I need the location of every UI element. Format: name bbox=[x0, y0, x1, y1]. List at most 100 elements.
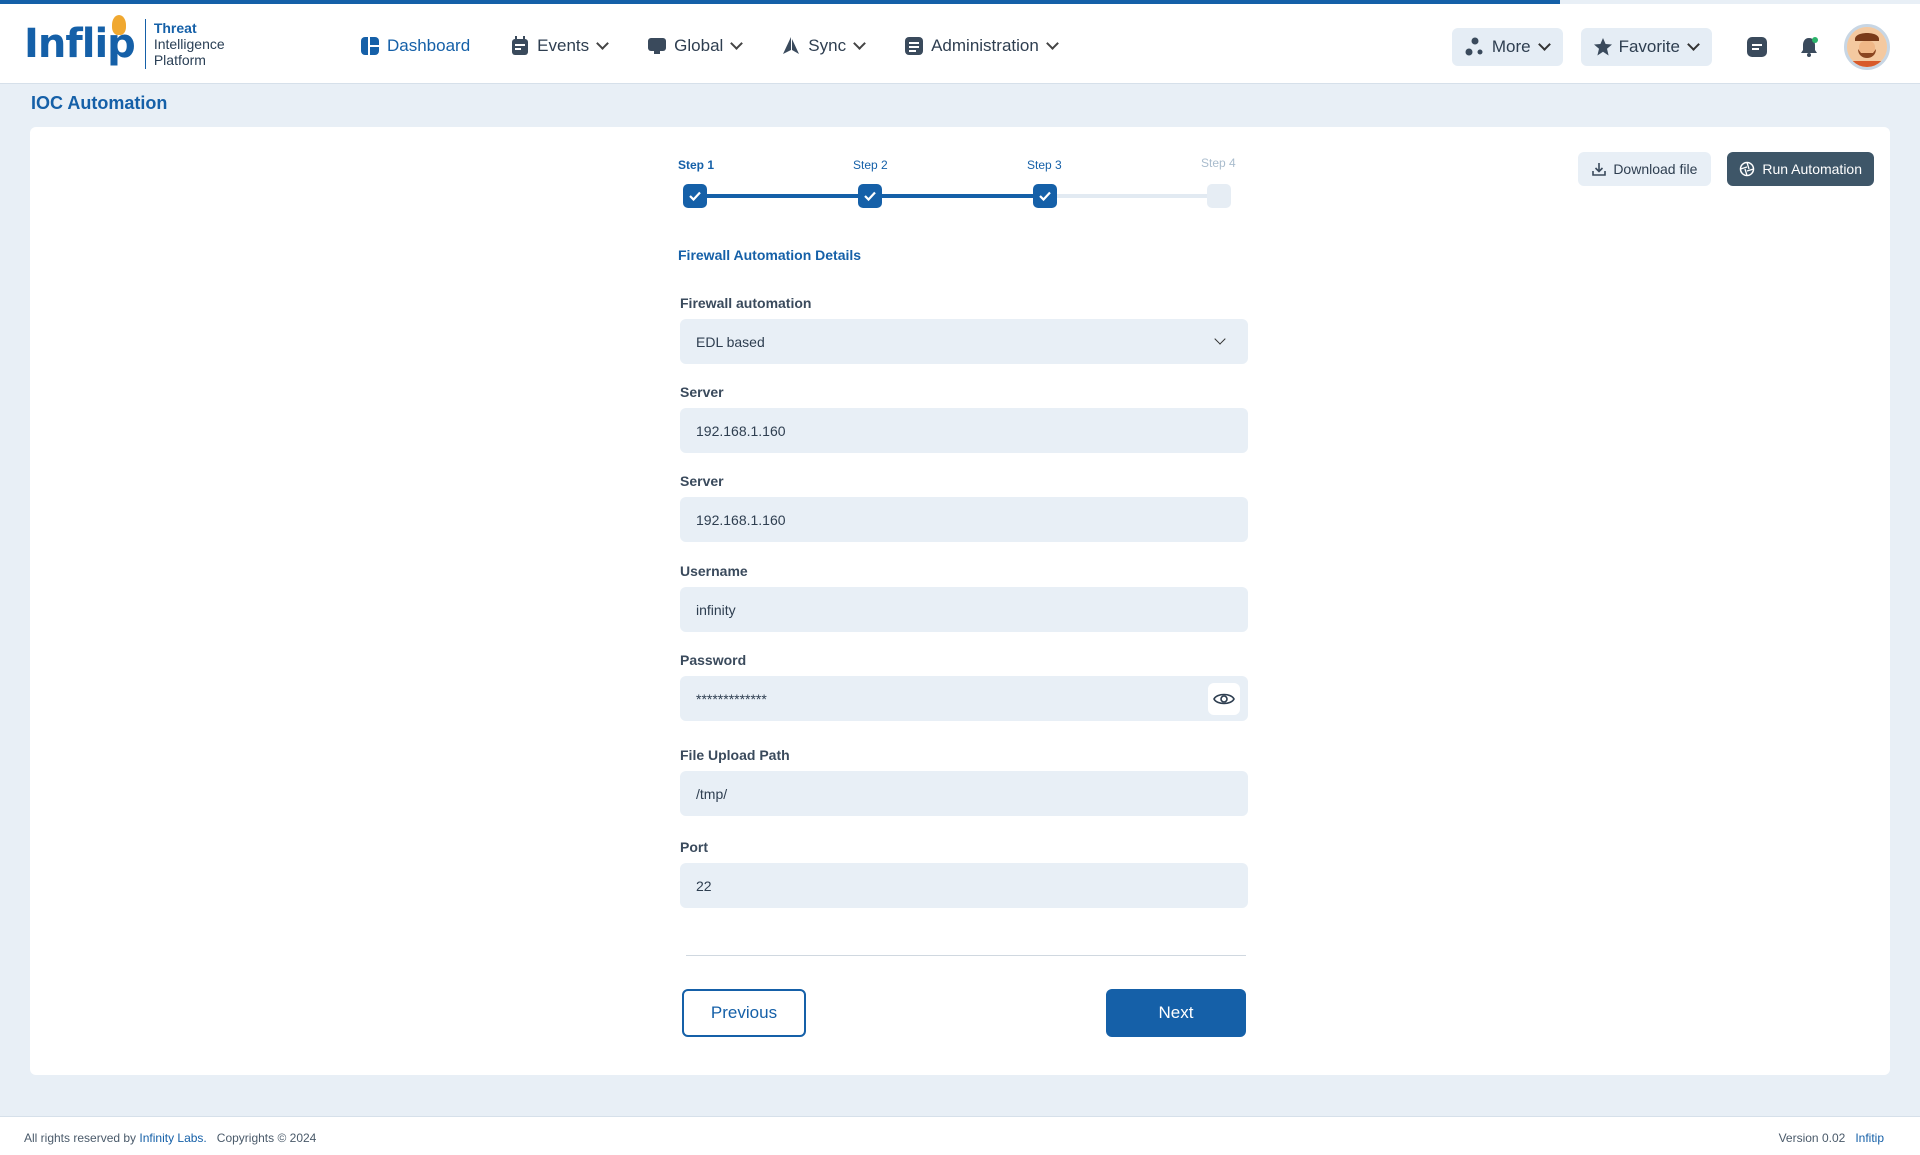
port-field: Port 22 bbox=[680, 839, 1248, 908]
server-value-2: 192.168.1.160 bbox=[696, 511, 786, 528]
chevron-down-icon bbox=[1687, 38, 1700, 51]
aperture-icon bbox=[1740, 161, 1755, 177]
footer-version: Version 0.02 bbox=[1778, 1131, 1846, 1145]
chevron-down-icon bbox=[730, 37, 744, 50]
star-icon bbox=[1593, 38, 1612, 56]
port-label: Port bbox=[680, 839, 708, 855]
header-tools: More Favorite bbox=[1434, 24, 1890, 70]
run-automation-label: Run Automation bbox=[1762, 161, 1862, 177]
top-navbar: Inflip Threat Intelligence Platform Dash… bbox=[0, 4, 1920, 84]
footer-product-link[interactable]: Infitip bbox=[1855, 1131, 1884, 1145]
next-button[interactable]: Next bbox=[1106, 989, 1246, 1037]
sail-icon bbox=[783, 37, 800, 54]
more-label: More bbox=[1491, 37, 1531, 56]
nav-label-global: Global bbox=[674, 36, 724, 55]
app-logo[interactable]: Inflip Threat Intelligence Platform bbox=[24, 15, 225, 70]
flame-icon bbox=[112, 15, 126, 35]
firewall-automation-label: Firewall automation bbox=[680, 295, 812, 311]
server-field-2: Server 192.168.1.160 bbox=[680, 473, 1248, 542]
step-label-4: Step 4 bbox=[1201, 156, 1236, 170]
server-label-2: Server bbox=[680, 473, 724, 489]
favorite-label: Favorite bbox=[1618, 37, 1680, 56]
nav-label-sync: Sync bbox=[808, 36, 847, 55]
nav-label-administration: Administration bbox=[931, 36, 1039, 55]
dots-cluster-icon bbox=[1465, 37, 1483, 56]
chevron-down-icon bbox=[1045, 37, 1059, 50]
username-field: Username infinity bbox=[680, 563, 1248, 632]
main-nav: Dashboard Events Global Sync Administrat… bbox=[360, 28, 1097, 64]
step-1-complete[interactable] bbox=[683, 184, 707, 208]
dashboard-icon bbox=[361, 37, 379, 55]
previous-button[interactable]: Previous bbox=[682, 989, 806, 1037]
monitor-icon bbox=[648, 38, 667, 54]
nav-item-events[interactable]: Events bbox=[510, 28, 610, 64]
step-remaining-line bbox=[1044, 194, 1219, 198]
port-value: 22 bbox=[696, 877, 712, 894]
password-input[interactable]: ************* bbox=[680, 676, 1248, 721]
server-label-1: Server bbox=[680, 384, 724, 400]
username-input[interactable]: infinity bbox=[680, 587, 1248, 632]
step-4-pending[interactable] bbox=[1207, 184, 1231, 208]
logo-wordmark: Inflip bbox=[24, 15, 136, 67]
bell-icon bbox=[1801, 37, 1818, 57]
footer-company-link[interactable]: Infinity Labs. bbox=[139, 1131, 206, 1145]
port-input[interactable]: 22 bbox=[680, 863, 1248, 908]
form-divider bbox=[686, 955, 1246, 956]
step-label-3: Step 3 bbox=[1027, 158, 1062, 172]
download-icon bbox=[1592, 163, 1607, 176]
password-label: Password bbox=[680, 652, 747, 668]
step-label-1: Step 1 bbox=[678, 158, 715, 172]
run-automation-button[interactable]: Run Automation bbox=[1727, 152, 1874, 186]
chevron-down-icon bbox=[853, 37, 866, 50]
nav-label-events: Events bbox=[537, 36, 590, 55]
footer-copyright: Copyrights © 2024 bbox=[216, 1131, 317, 1145]
firewall-automation-field: Firewall automation EDL based bbox=[680, 295, 1248, 364]
footer: All rights reserved by Infinity Labs. Co… bbox=[0, 1116, 1920, 1155]
check-icon bbox=[864, 191, 876, 202]
step-3-complete[interactable] bbox=[1033, 184, 1057, 208]
notes-icon bbox=[1747, 37, 1767, 57]
avatar-image bbox=[1847, 27, 1887, 67]
nav-item-sync[interactable]: Sync bbox=[781, 28, 866, 64]
notes-button[interactable] bbox=[1742, 32, 1772, 62]
download-file-button[interactable]: Download file bbox=[1578, 152, 1712, 186]
favorite-menu-button[interactable]: Favorite bbox=[1580, 28, 1712, 66]
file-upload-path-field: File Upload Path /tmp/ bbox=[680, 747, 1248, 816]
nav-item-administration[interactable]: Administration bbox=[904, 28, 1059, 64]
document-icon bbox=[905, 37, 924, 55]
nav-item-global[interactable]: Global bbox=[647, 28, 744, 64]
page-title: IOC Automation bbox=[31, 93, 168, 113]
chevron-down-icon bbox=[1537, 38, 1551, 51]
file-upload-path-label: File Upload Path bbox=[680, 747, 790, 763]
section-title: Firewall Automation Details bbox=[678, 247, 862, 263]
chevron-down-icon bbox=[596, 37, 610, 50]
user-avatar[interactable] bbox=[1844, 24, 1890, 70]
step-2-complete[interactable] bbox=[858, 184, 882, 208]
automation-card: Download file Run Automation Step 1 Step… bbox=[30, 127, 1890, 1075]
step-label-2: Step 2 bbox=[853, 158, 888, 172]
logo-divider bbox=[144, 19, 146, 69]
notifications-button[interactable] bbox=[1794, 32, 1824, 62]
eye-icon bbox=[1213, 693, 1235, 705]
footer-rights-text: All rights reserved by bbox=[24, 1131, 137, 1145]
username-value: infinity bbox=[696, 601, 736, 618]
toggle-password-visibility-button[interactable] bbox=[1208, 683, 1240, 715]
server-input-1[interactable]: 192.168.1.160 bbox=[680, 408, 1248, 453]
card-actions: Download file Run Automation bbox=[1578, 152, 1874, 186]
server-field-1: Server 192.168.1.160 bbox=[680, 384, 1248, 453]
file-upload-path-input[interactable]: /tmp/ bbox=[680, 771, 1248, 816]
password-field: Password ************* bbox=[680, 652, 1248, 721]
footer-left: All rights reserved by Infinity Labs. Co… bbox=[24, 1131, 316, 1145]
chevron-down-icon bbox=[1214, 333, 1226, 345]
firewall-automation-value: EDL based bbox=[696, 333, 765, 350]
password-value: ************* bbox=[696, 690, 767, 707]
calendar-icon bbox=[512, 36, 529, 55]
logo-tagline: Threat Intelligence Platform bbox=[153, 20, 225, 68]
check-icon bbox=[1039, 191, 1051, 202]
server-input-2[interactable]: 192.168.1.160 bbox=[680, 497, 1248, 542]
more-menu-button[interactable]: More bbox=[1451, 28, 1563, 66]
firewall-automation-select[interactable]: EDL based bbox=[680, 319, 1248, 364]
footer-right: Version 0.02 Infitip bbox=[1779, 1131, 1884, 1145]
nav-item-dashboard[interactable]: Dashboard bbox=[360, 28, 470, 64]
file-upload-path-value: /tmp/ bbox=[696, 785, 728, 802]
